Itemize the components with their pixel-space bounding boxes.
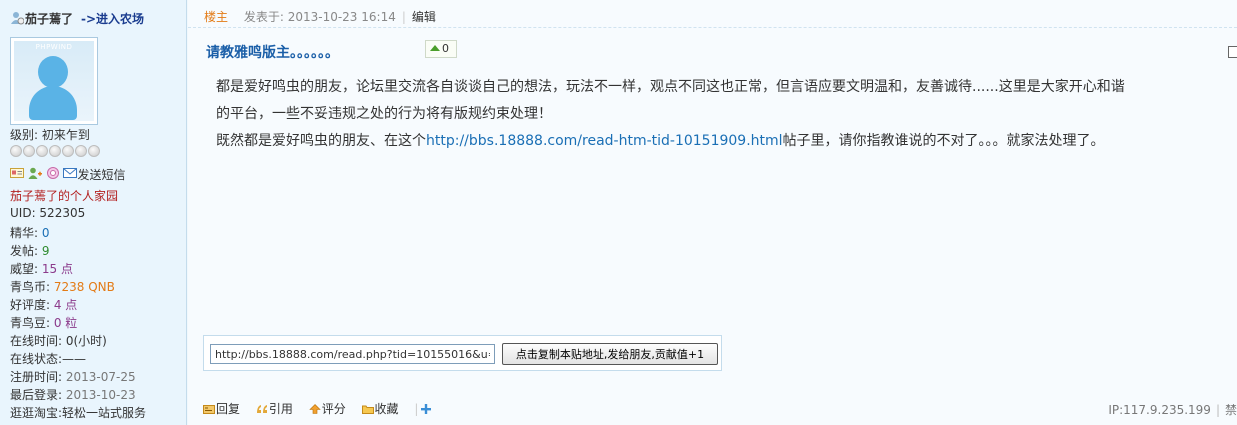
stat-digest: 精华: 0 [10,226,50,240]
divider: | [401,10,406,24]
post-main: 楼主 发表于: 2013-10-23 16:14 | 编辑 请教雅鸣版主。。。。。。… [188,0,1237,425]
stat-last-login: 最后登录: 2013-10-23 [10,388,136,402]
user-online-icon [11,12,24,25]
content-line: 既然都是爱好鸣虫的朋友、在这个http://bbs.18888.com/read… [216,133,1105,149]
thread-link[interactable]: http://bbs.18888.com/read-htm-tid-101519… [426,133,783,149]
stat-online-status: 在线状态:—— [10,352,87,366]
post-actions: 回复 引用 评分 收藏 | [203,400,433,417]
send-message-link[interactable]: 发送短信 [77,168,125,182]
post-meta: 楼主 发表于: 2013-10-23 16:14 | 编辑 [204,8,436,25]
favorite-button[interactable]: 收藏 [361,400,399,417]
level-star [88,145,100,157]
content-line: 都是爱好鸣虫的朋友，论坛里交流各自谈谈自己的想法，玩法不一样，观点不同这也正常，… [216,79,1125,95]
post-title: 请教雅鸣版主。。。。。。 [206,45,339,61]
reply-button[interactable]: 回复 [203,400,240,417]
farm-link[interactable]: ->进入农场 [81,12,144,26]
stat-register-date: 注册时间: 2013-07-25 [10,370,136,384]
upvote-count: 0 [442,42,449,55]
plus-icon [421,404,432,414]
copy-url-button[interactable]: 点击复制本贴地址,发给朋友,贡献值+1 [502,343,718,365]
level-star [23,145,35,157]
reply-icon [203,405,215,414]
stat-rating: 好评度: 4 点 [10,298,78,312]
up-arrow-icon [430,45,440,51]
stat-uid: UID: 522305 [10,206,86,220]
stat-prestige: 威望: 15 点 [10,262,73,276]
user-level: 级别: 初来乍到 [10,128,90,142]
qq-chat-icon[interactable] [46,167,60,179]
profile-card-icon[interactable] [10,167,24,179]
rate-button[interactable]: 评分 [308,400,346,417]
avatar-brand: PHPWIND [35,43,73,51]
content-line: 的平台，一些不妥违规之处的行为将有版规约束处理！ [216,106,552,122]
level-star [62,145,74,157]
stat-coins: 青鸟币: 7238 QNB [10,280,115,294]
level-star [49,145,61,157]
poster-ip: IP:117.9.235.199 [1108,403,1211,417]
avatar-head [38,56,68,88]
level-stars [10,145,101,159]
post-date: 发表于: 2013-10-23 16:14 [243,10,396,24]
level-star [75,145,87,157]
level-star [10,145,22,157]
rate-arrow-icon [308,404,321,414]
post-ip-area: IP:117.9.235.199 | 禁 [1108,401,1237,418]
stat-posts: 发帖: 9 [10,244,50,258]
upvote-button[interactable]: 0 [425,40,457,58]
quote-icon [256,405,267,413]
add-friend-icon[interactable] [28,167,42,179]
quote-button[interactable]: 引用 [256,400,293,417]
share-box: 点击复制本贴地址,发给朋友,贡献值+1 [203,335,722,371]
author-name-row: 茄子蔫了 ->进入农场 [10,10,144,27]
user-action-icons: 发送短信 [10,166,126,183]
edit-link[interactable]: 编辑 [412,10,436,24]
favorite-folder-icon [361,405,374,414]
stat-taobao[interactable]: 逛逛淘宝:轻松一站式服务 [10,404,146,421]
stat-beans: 青鸟豆: 0 粒 [10,316,78,330]
header-divider [188,27,1237,28]
floor-label: 楼主 [204,10,229,24]
share-url-input[interactable] [210,344,495,364]
envelope-icon[interactable] [63,167,78,179]
divider: | [1215,403,1220,417]
ban-link[interactable]: 禁 [1225,403,1237,417]
homepage-link[interactable]: 茄子蔫了的个人家园 [10,187,118,204]
post-content: 都是爱好鸣虫的朋友，论坛里交流各自谈谈自己的想法，玩法不一样，观点不同这也正常，… [216,74,1237,155]
author-name[interactable]: 茄子蔫了 [25,12,73,26]
select-checkbox[interactable] [1228,46,1237,58]
more-actions-button[interactable]: | [414,402,433,416]
avatar[interactable]: PHPWIND [10,37,98,125]
stat-online-time: 在线时间: 0(小时) [10,334,107,348]
level-star [36,145,48,157]
author-sidebar: 茄子蔫了 ->进入农场 PHPWIND 级别: 初来乍到 发送短信 茄子蔫了的个… [0,0,187,425]
